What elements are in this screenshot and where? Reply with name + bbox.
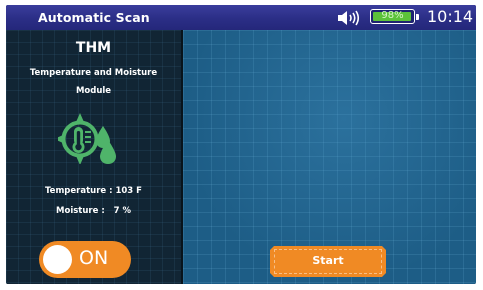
module-name-line1: Temperature and Moisture: [29, 68, 158, 78]
temperature-reading: Temperature : 103 F: [45, 186, 142, 196]
moisture-reading: Moisture : 7 %: [56, 206, 131, 216]
start-button[interactable]: Start: [270, 246, 386, 277]
app-title: Automatic Scan: [38, 10, 150, 25]
power-toggle[interactable]: ON: [39, 241, 131, 278]
battery-cap: [416, 14, 419, 20]
battery-indicator: 98%: [370, 9, 415, 24]
module-name: Temperature and Moisture Module: [16, 64, 171, 100]
device-screen: Automatic Scan 98% 10:14 THM Temperature…: [6, 5, 476, 284]
battery-percent: 98%: [381, 10, 404, 21]
toggle-knob[interactable]: [43, 245, 72, 274]
speaker-volume-icon[interactable]: [336, 10, 360, 26]
module-code: THM: [75, 40, 112, 56]
scan-display: [183, 30, 476, 284]
module-panel: THM Temperature and Moisture Module Temp…: [6, 30, 181, 284]
thermometer-droplets-icon: [58, 113, 116, 164]
module-name-line2: Module: [75, 86, 112, 96]
toggle-label: ON: [79, 247, 109, 269]
start-button-label: Start: [312, 254, 344, 267]
status-bar: Automatic Scan 98% 10:14: [6, 5, 476, 30]
clock: 10:14: [427, 7, 474, 26]
